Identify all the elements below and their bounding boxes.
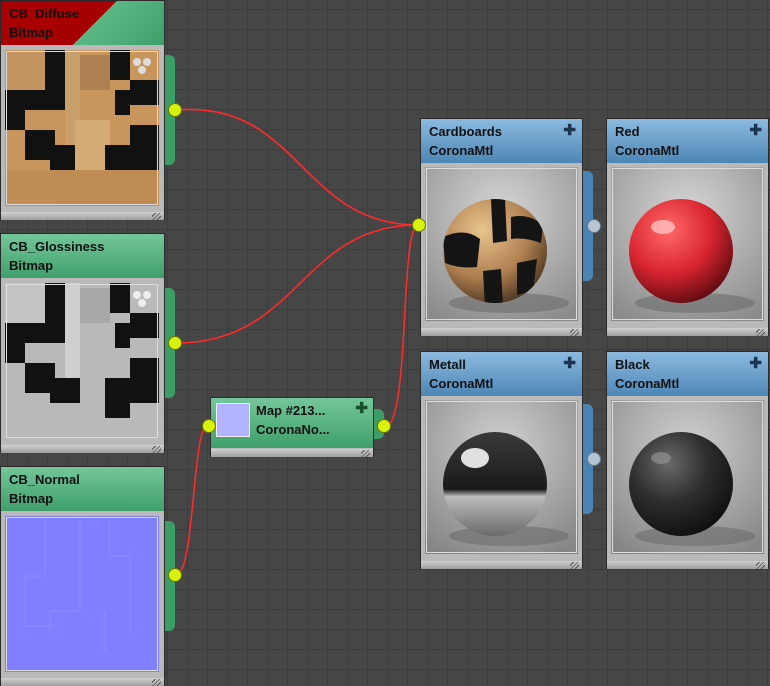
node-header[interactable]: Cardboards CoronaMtl ✚: [421, 119, 582, 163]
resize-grip[interactable]: [152, 213, 161, 220]
resize-grip[interactable]: [361, 450, 370, 457]
plus-icon[interactable]: ✚: [355, 399, 368, 417]
node-header[interactable]: CB_Glossiness Bitmap: [1, 234, 164, 278]
node-title: Map #213...: [256, 403, 326, 418]
bitmap-preview: [5, 283, 159, 439]
node-header[interactable]: CB_Normal Bitmap: [1, 467, 164, 511]
bitmap-node-cb-normal[interactable]: CB_Normal Bitmap: [0, 466, 182, 686]
node-title: Black: [615, 357, 650, 372]
node-header[interactable]: Red CoronaMtl ✚: [607, 119, 768, 163]
material-node-black[interactable]: Black CoronaMtl ✚: [606, 351, 769, 569]
bitmap-preview: [5, 50, 159, 206]
wire-map-to-cardboards: [384, 224, 419, 428]
resize-grip[interactable]: [152, 679, 161, 686]
output-socket[interactable]: [168, 103, 182, 117]
material-preview: [425, 400, 578, 554]
node-type: CoronaMtl: [429, 376, 494, 391]
map-swatch: [216, 403, 250, 437]
material-node-cardboards[interactable]: Cardboards CoronaMtl ✚: [412, 118, 601, 336]
node-type: CoronaMtl: [615, 143, 680, 158]
material-preview: [611, 400, 764, 554]
node-title: CB_Normal: [9, 472, 80, 487]
wire-normal-to-map: [175, 424, 209, 576]
node-header[interactable]: CB_Diffuse Bitmap: [1, 1, 164, 45]
node-header[interactable]: Black CoronaMtl ✚: [607, 352, 768, 396]
resize-grip[interactable]: [756, 562, 765, 569]
output-socket[interactable]: [377, 419, 391, 433]
material-preview: [425, 167, 578, 321]
output-socket[interactable]: [587, 452, 601, 466]
plus-icon[interactable]: ✚: [563, 354, 576, 373]
resize-grip[interactable]: [756, 329, 765, 336]
resize-grip[interactable]: [152, 446, 161, 453]
node-title: Cardboards: [429, 124, 502, 139]
node-type: Bitmap: [9, 25, 54, 40]
output-socket[interactable]: [168, 568, 182, 582]
node-type: Bitmap: [9, 491, 54, 506]
node-title: Red: [615, 124, 640, 139]
bitmap-node-cb-glossiness[interactable]: CB_Glossiness Bitmap: [0, 233, 182, 453]
node-type: CoronaMtl: [615, 376, 680, 391]
node-type: CoronaMtl: [429, 143, 494, 158]
resize-grip[interactable]: [570, 329, 579, 336]
node-type: Bitmap: [9, 258, 54, 273]
material-node-red[interactable]: Red CoronaMtl ✚: [606, 118, 769, 336]
node-title: CB_Glossiness: [9, 239, 105, 254]
node-header[interactable]: Metall CoronaMtl ✚: [421, 352, 582, 396]
bitmap-node-cb-diffuse[interactable]: CB_Diffuse Bitmap: [0, 0, 182, 220]
output-socket[interactable]: [168, 336, 182, 350]
plus-icon[interactable]: ✚: [749, 121, 762, 140]
material-preview: [611, 167, 764, 321]
node-title: CB_Diffuse: [9, 6, 80, 21]
plus-icon[interactable]: ✚: [563, 121, 576, 140]
map-node-corona-normal[interactable]: Map #213... CoronaNo... ✚: [202, 397, 391, 457]
node-type: CoronaNo...: [256, 422, 330, 437]
plus-icon[interactable]: ✚: [749, 354, 762, 373]
output-socket[interactable]: [587, 219, 601, 233]
wire-diffuse-to-cardboards: [175, 108, 419, 226]
bitmap-preview: [5, 516, 159, 672]
input-socket[interactable]: [202, 419, 216, 433]
node-title: Metall: [429, 357, 466, 372]
wire-glossiness-to-cardboards: [175, 224, 419, 344]
material-node-metall[interactable]: Metall CoronaMtl ✚: [420, 351, 601, 569]
resize-grip[interactable]: [570, 562, 579, 569]
input-socket[interactable]: [412, 218, 426, 232]
